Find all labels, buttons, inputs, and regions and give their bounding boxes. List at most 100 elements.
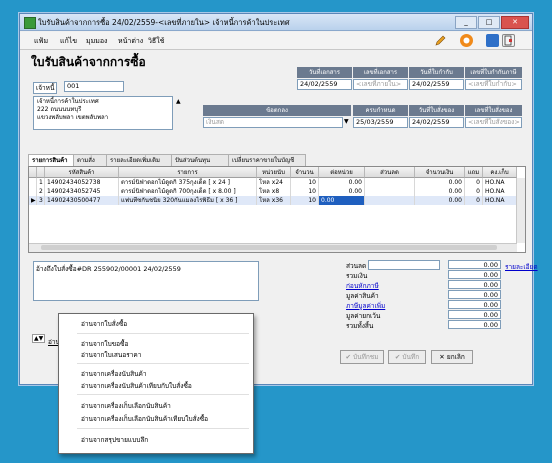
menu-item-from-counter[interactable]: อ่านจากเครื่องนับสินค้า (81, 369, 147, 379)
cell-discount[interactable] (365, 196, 415, 205)
grid-header-free[interactable]: แถม (465, 167, 483, 178)
grid-header-unit[interactable]: หน่วยนับ (257, 167, 291, 178)
title-bar[interactable]: ใบรับสินค้าจากการซื้อ 24/02/2559-<เลขที่… (20, 14, 532, 31)
cell-free[interactable]: 0 (465, 178, 483, 187)
cell-qty[interactable]: 10 (291, 178, 319, 187)
cell-desc[interactable]: แฟนทีซกันชนิย 320กันแมลงไรพิธีม [ x 36 ] (119, 196, 257, 205)
cell-code[interactable]: 14902430500477 (45, 196, 119, 205)
menu-view[interactable]: มุมมอง (86, 36, 107, 47)
cell-discount[interactable] (365, 178, 415, 187)
cell-code[interactable]: 14902434052745 (45, 187, 119, 196)
cell-free[interactable]: 0 (465, 196, 483, 205)
scroll-thumb[interactable] (41, 245, 497, 250)
table-row-selected[interactable]: ▶ 3 14902430500477 แฟนทีซกันชนิย 320กันแ… (29, 196, 525, 205)
menu-item-from-picker[interactable]: อ่านจากเครื่องเก็บเลือกนับสินค้า (81, 401, 171, 411)
grid-header-discount[interactable]: ส่วนลด (365, 167, 415, 178)
grid-header-qty[interactable]: จำนวน (291, 167, 319, 178)
cell-warehouse[interactable]: HO.NA (483, 187, 517, 196)
cell-unit[interactable]: โหล x24 (257, 178, 291, 187)
grid-header-sel (29, 167, 37, 178)
grid-header-price[interactable]: ต่อหน่วย (319, 167, 365, 178)
tax-date-field[interactable]: 24/02/2559 (409, 79, 464, 90)
row-number: 1 (37, 178, 45, 187)
cell-amount: 0.00 (415, 187, 465, 196)
menu-item-from-counter-vs-po[interactable]: อ่านจากเครื่องนับสินค้าเทียบกับใบสั่งซื้… (81, 381, 192, 391)
total-value-vat: 0.00 (448, 300, 501, 309)
cell-desc[interactable]: ตารม์นิฟ่าดอกไม้ดูดกิ 375กุงเด็ด [ x 24 … (119, 178, 257, 187)
terms-select[interactable]: เงินสด (203, 117, 343, 128)
save-keep-button[interactable]: ✔ บันทึกชม (340, 350, 384, 364)
cell-discount[interactable] (365, 187, 415, 196)
menu-bar: แฟ้ม แก้ไข มุมมอง หน้าต่าง วิธีใช้ (20, 32, 532, 50)
cell-price[interactable]: 0.00 (319, 187, 365, 196)
grid-header-desc[interactable]: รายการ (119, 167, 257, 178)
total-label-grand: รวมทั้งสิ้น (346, 322, 374, 330)
menu-file[interactable]: แฟ้ม (34, 36, 48, 47)
due-header: ครบกำหนด (353, 105, 408, 116)
maximize-button[interactable]: □ (478, 16, 500, 29)
exit-icon[interactable] (502, 34, 515, 47)
table-row[interactable]: 2 14902434052745 ตารม์นิฟ่าดอกไม้ดูดกิ 7… (29, 187, 525, 196)
cell-price[interactable]: 0.00 (319, 178, 365, 187)
cell-qty[interactable]: 10 (291, 196, 319, 205)
remark-textarea[interactable]: อ้างถึงใบสั่งซื้อ#DR 255902/00001 24/02/… (33, 261, 259, 301)
grid-header-amount[interactable]: จำนวนเงิน (415, 167, 465, 178)
minimize-button[interactable]: _ (455, 16, 477, 29)
cell-warehouse[interactable]: HO.NA (483, 196, 517, 205)
address-scroll-icon[interactable]: ▲ (176, 98, 181, 105)
cell-warehouse[interactable]: HO.NA (483, 178, 517, 187)
menu-window[interactable]: หน้าต่าง (118, 36, 143, 47)
discount-field[interactable] (368, 260, 440, 270)
order-no-header: เลขที่ใบสั่งของ (465, 105, 522, 116)
grid-vertical-scrollbar[interactable] (516, 178, 525, 243)
row-number: 2 (37, 187, 45, 196)
menu-item-from-sales-summary[interactable]: อ่านจากสรุปขายแบบลึก (81, 435, 148, 445)
close-button[interactable]: ✕ (501, 16, 529, 29)
total-value-exempt: 0.00 (448, 310, 501, 319)
menu-item-from-po[interactable]: อ่านจากใบสั่งซื้อ (81, 319, 127, 329)
order-date-field[interactable]: 24/02/2559 (409, 117, 464, 128)
row-selector[interactable] (29, 178, 37, 187)
cell-unit[interactable]: โหล x8 (257, 187, 291, 196)
menu-edit[interactable]: แก้ไข (60, 36, 77, 47)
total-value-goods: 0.00 (448, 290, 501, 299)
doc-no-field[interactable]: <เลขที่ภายใน> (353, 79, 408, 90)
grid-horizontal-scrollbar[interactable] (29, 243, 517, 252)
menu-item-from-picker-vs-po[interactable]: อ่านจากเครื่องเก็บเลือกนับสินค้าเทียบใบส… (81, 414, 208, 424)
pencil-icon[interactable] (434, 34, 447, 47)
menu-item-from-pr[interactable]: อ่านจากใบขอซื้อ (81, 339, 128, 349)
terms-dropdown-icon[interactable]: ▼ (344, 118, 349, 125)
cell-code[interactable]: 14902434052738 (45, 178, 119, 187)
doc-date-field[interactable]: 24/02/2559 (297, 79, 352, 90)
menu-item-from-quote[interactable]: อ่านจากใบเสนอราคา (81, 350, 141, 360)
grid-header-warehouse[interactable]: คง.เก็บ (483, 167, 517, 178)
check-icon: ✔ (345, 353, 353, 361)
form-title: ใบรับสินค้าจากการซื้อ (31, 55, 146, 69)
menu-separator (77, 363, 249, 364)
order-no-field[interactable]: <เลขที่ใบสั่งของ> (465, 117, 522, 128)
cancel-button[interactable]: ✕ ยกเลิก (431, 350, 473, 364)
creditor-code-field[interactable]: 001 (64, 81, 124, 92)
total-label-vat[interactable]: ภาษีมูลค่าเพิ่ม (346, 301, 385, 311)
row-selector[interactable]: ▶ (29, 196, 37, 205)
due-field[interactable]: 25/03/2559 (353, 117, 408, 128)
cell-qty[interactable]: 10 (291, 187, 319, 196)
menu-help[interactable]: วิธีใช้ (148, 36, 164, 47)
cell-desc[interactable]: ตารม์นิฟ่าดอกไม้ดูดกิ 700กุงเด็ด [ x 8.0… (119, 187, 257, 196)
total-value-grand: 0.00 (448, 320, 501, 329)
save-button[interactable]: ✔ บันทึก (388, 350, 426, 364)
row-selector[interactable] (29, 187, 37, 196)
table-row[interactable]: 1 14902434052738 ตารม์นิฟ่าดอกไม้ดูดกิ 3… (29, 178, 525, 187)
tax-date-header: วันที่ใบกำกับ (409, 67, 464, 78)
cell-price-editing[interactable]: 0.00 (319, 196, 365, 205)
window-icon[interactable] (486, 34, 499, 47)
spin-icon[interactable]: ▲▼ (32, 334, 46, 343)
total-label-before-tax[interactable]: ก่อนหักภาษี (346, 281, 379, 291)
tax-no-field[interactable]: <เลขที่ใบกำกับ> (465, 79, 522, 90)
help-icon[interactable] (460, 34, 473, 47)
grid-header-code[interactable]: รหัสสินค้า (45, 167, 119, 178)
detail-link[interactable]: รายละเอียด (505, 262, 538, 272)
cell-unit[interactable]: โหล x36 (257, 196, 291, 205)
doc-no-header: เลขที่เอกสาร (353, 67, 408, 78)
cell-free[interactable]: 0 (465, 187, 483, 196)
